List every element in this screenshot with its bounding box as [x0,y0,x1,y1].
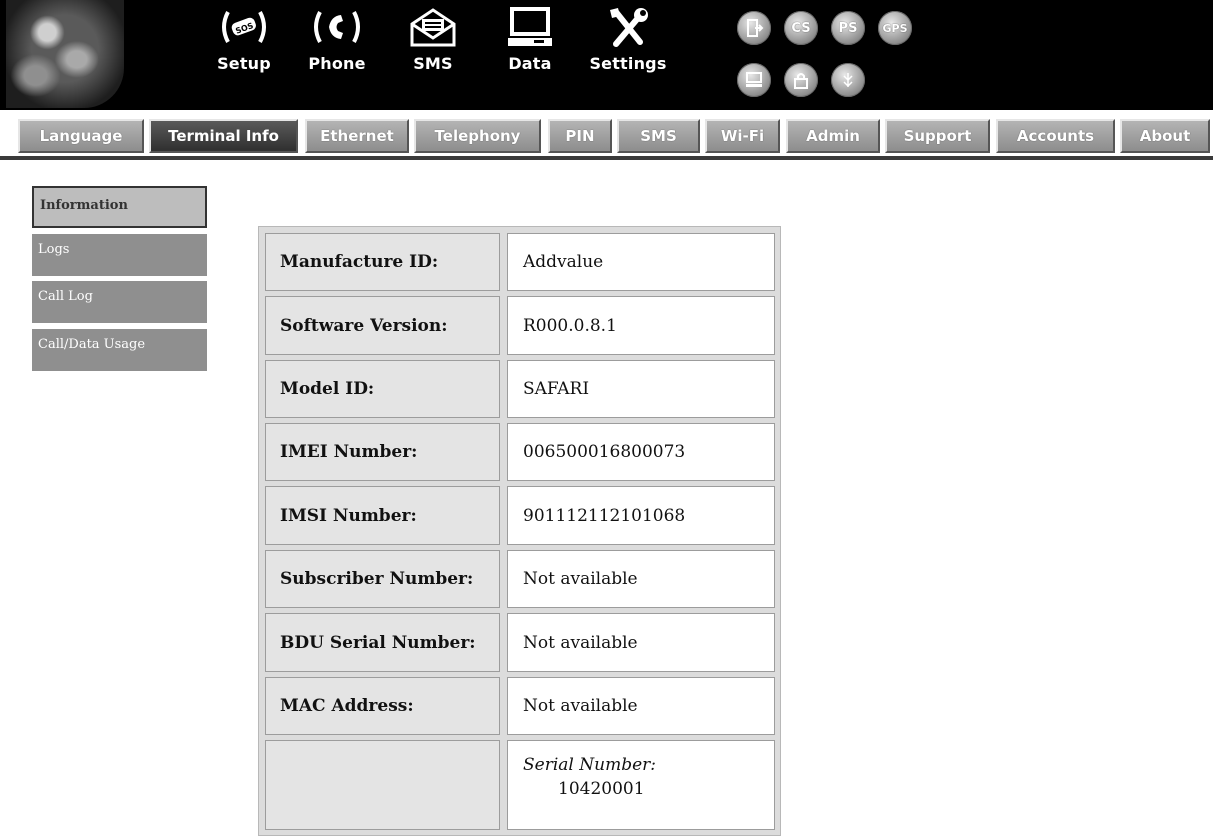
nav-setup-label: Setup [217,54,271,73]
row-label-model-id: Model ID: [265,360,500,418]
envelope-icon [410,8,456,47]
tab-admin[interactable]: Admin [786,119,880,153]
row-value-manufacture-id: Addvalue [507,233,775,291]
row-label-imsi-number: IMSI Number: [265,486,500,545]
row-value-serial: Serial Number: 10420001 [507,740,775,830]
side-item-information[interactable]: Information [32,186,207,228]
row-value-mac-address: Not available [507,677,775,735]
globe-logo [6,0,124,108]
nav-data-label: Data [508,54,552,73]
ps-indicator: PS [831,11,865,45]
tab-accounts[interactable]: Accounts [996,119,1115,153]
row-label-software-version: Software Version: [265,296,500,355]
terminal-info-table: Manufacture ID: Addvalue Software Versio… [258,226,781,836]
tab-about[interactable]: About [1120,119,1210,153]
header-banner: SOS Setup Phone SMS Data Settings CS PS … [0,0,1213,110]
computer-icon [508,7,552,46]
row-label-bdu-serial-number: BDU Serial Number: [265,613,500,672]
sos-setup-icon: SOS [222,11,266,43]
row-value-bdu-serial-number: Not available [507,613,775,672]
tab-language[interactable]: Language [18,119,144,153]
nav-sms-label: SMS [413,54,453,73]
phone-icon [314,11,360,43]
row-value-subscriber-number: Not available [507,550,775,608]
tab-telephony[interactable]: Telephony [414,119,541,153]
nav-settings[interactable]: Settings [583,6,673,73]
row-value-model-id: SAFARI [507,360,775,418]
row-value-software-version: R000.0.8.1 [507,296,775,355]
row-label-imei-number: IMEI Number: [265,423,500,481]
tab-ethernet[interactable]: Ethernet [305,119,409,153]
exit-indicator-icon [737,11,771,45]
tab-support[interactable]: Support [885,119,990,153]
tab-terminal-info[interactable]: Terminal Info [149,119,298,153]
cs-indicator: CS [784,11,818,45]
row-label-mac-address: MAC Address: [265,677,500,735]
serial-number-value: 10420001 [558,779,645,799]
tab-pin[interactable]: PIN [548,119,612,153]
nav-phone[interactable]: Phone [292,6,382,73]
row-label-manufacture-id: Manufacture ID: [265,233,500,291]
side-item-call-log[interactable]: Call Log [32,281,207,323]
tab-wifi[interactable]: Wi-Fi [705,119,780,153]
signal-indicator-icon [831,63,865,97]
row-value-imei-number: 006500016800073 [507,423,775,481]
tab-bar-rule [0,156,1213,160]
nav-setup[interactable]: SOS Setup [199,6,289,73]
nav-phone-label: Phone [308,54,366,73]
row-value-imsi-number: 901112112101068 [507,486,775,545]
tab-sms[interactable]: SMS [617,119,700,153]
nav-sms[interactable]: SMS [388,6,478,73]
computer-indicator-icon [737,63,771,97]
nav-settings-label: Settings [589,54,667,73]
side-item-logs[interactable]: Logs [32,234,207,276]
row-label-subscriber-number: Subscriber Number: [265,550,500,608]
side-item-call-data-usage[interactable]: Call/Data Usage [32,329,207,371]
lock-indicator-icon [784,63,818,97]
nav-data[interactable]: Data [485,6,575,73]
serial-number-label: Serial Number: [523,755,656,775]
gps-indicator: GPS [878,11,912,45]
tools-icon [610,8,648,47]
row-label-serial [265,740,500,830]
